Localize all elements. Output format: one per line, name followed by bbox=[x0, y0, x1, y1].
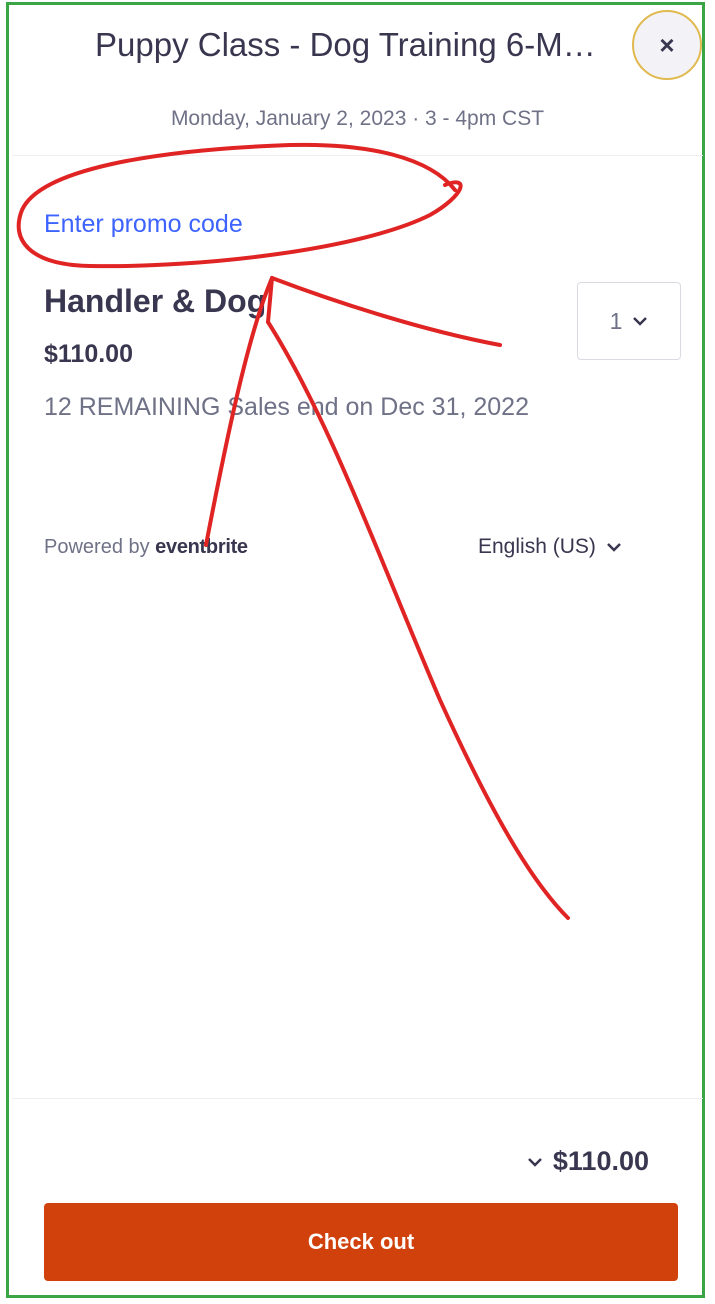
eventbrite-logo[interactable]: eventbrite bbox=[155, 536, 248, 558]
screenshot-frame bbox=[6, 2, 705, 1298]
ticket-price: $110.00 bbox=[44, 340, 133, 368]
annotation-circle bbox=[16, 142, 463, 269]
checkout-button[interactable]: Check out bbox=[44, 1203, 678, 1281]
powered-by-label: Powered by bbox=[44, 536, 156, 558]
close-button[interactable]: × bbox=[632, 10, 702, 80]
order-total[interactable]: $110.00 bbox=[527, 1146, 649, 1177]
annotation-arrow-tip bbox=[266, 276, 274, 324]
order-total-value: $110.00 bbox=[552, 1146, 649, 1176]
ticket-name: Handler & Dog bbox=[44, 283, 267, 319]
footer-divider bbox=[12, 1098, 703, 1099]
annotation-arrow-right bbox=[270, 276, 502, 347]
header-divider bbox=[12, 155, 703, 156]
quantity-select[interactable]: 1 bbox=[577, 282, 681, 360]
chevron-down-icon bbox=[633, 317, 648, 326]
language-value: English (US) bbox=[478, 535, 596, 558]
ticket-remaining: 12 REMAINING Sales end on Dec 31, 2022 bbox=[44, 393, 529, 421]
chevron-down-icon bbox=[528, 1157, 542, 1167]
red-annotation-markup bbox=[16, 142, 570, 920]
close-icon: × bbox=[659, 29, 675, 60]
chevron-down-icon bbox=[606, 543, 621, 552]
quantity-value: 1 bbox=[609, 307, 623, 334]
powered-by: Powered by eventbrite bbox=[44, 536, 248, 559]
promo-code-link[interactable]: Enter promo code bbox=[44, 210, 243, 239]
language-select[interactable]: English (US) bbox=[478, 535, 622, 559]
event-title: Puppy Class - Dog Training 6-M… bbox=[95, 26, 596, 63]
event-date: Monday, January 2, 2023 · 3 - 4pm CST bbox=[170, 107, 545, 130]
